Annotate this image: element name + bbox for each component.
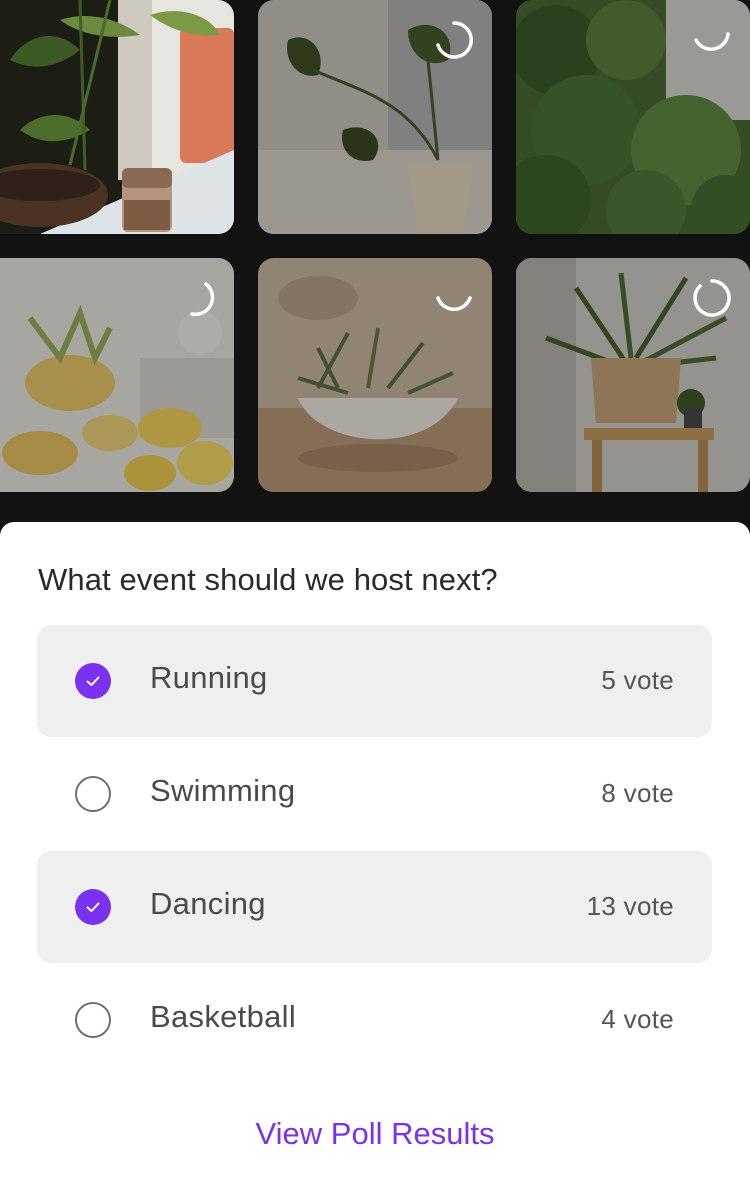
option-label: Running bbox=[150, 660, 268, 695]
option-vote-count: 8 vote bbox=[601, 778, 674, 808]
loading-spinner-icon bbox=[693, 279, 731, 317]
unchecked-radio-icon[interactable] bbox=[75, 776, 111, 812]
poll-sheet: What event should we host next? Running … bbox=[0, 522, 750, 1200]
poll-option-basketball[interactable]: Basketball 4 vote bbox=[37, 964, 712, 1076]
media-grid bbox=[0, 0, 750, 520]
checked-radio-icon[interactable] bbox=[75, 663, 111, 699]
media-tile-monstera[interactable] bbox=[258, 0, 492, 234]
poll-screen: What event should we host next? Running … bbox=[0, 0, 750, 1200]
checkmark-icon bbox=[86, 902, 100, 912]
media-tile-air-plant[interactable] bbox=[258, 258, 492, 492]
media-tile-pineapple[interactable] bbox=[0, 258, 234, 492]
loading-spinner-icon bbox=[436, 296, 472, 311]
option-label: Basketball bbox=[150, 999, 297, 1034]
poll-question: What event should we host next? bbox=[38, 562, 498, 597]
option-label: Dancing bbox=[150, 886, 266, 921]
media-tile-leafy-greens[interactable] bbox=[516, 0, 750, 234]
checked-radio-icon[interactable] bbox=[75, 889, 111, 925]
media-tile-spiky-plant[interactable] bbox=[516, 258, 750, 492]
loading-spinner-icon bbox=[694, 32, 730, 51]
checkmark-icon bbox=[86, 676, 100, 686]
poll-option-running[interactable]: Running 5 vote bbox=[37, 625, 712, 737]
option-vote-count: 4 vote bbox=[601, 1004, 674, 1034]
loading-spinner-icon bbox=[190, 282, 215, 317]
option-label: Swimming bbox=[150, 773, 296, 808]
option-vote-count: 13 vote bbox=[586, 891, 674, 921]
media-tile-plant-coffee[interactable] bbox=[0, 0, 234, 234]
loading-spinner-icon bbox=[436, 21, 473, 59]
poll-option-dancing[interactable]: Dancing 13 vote bbox=[37, 851, 712, 963]
view-poll-results-button[interactable]: View Poll Results bbox=[0, 1116, 750, 1152]
option-vote-count: 5 vote bbox=[601, 665, 674, 695]
poll-option-swimming[interactable]: Swimming 8 vote bbox=[37, 738, 712, 850]
unchecked-radio-icon[interactable] bbox=[75, 1002, 111, 1038]
